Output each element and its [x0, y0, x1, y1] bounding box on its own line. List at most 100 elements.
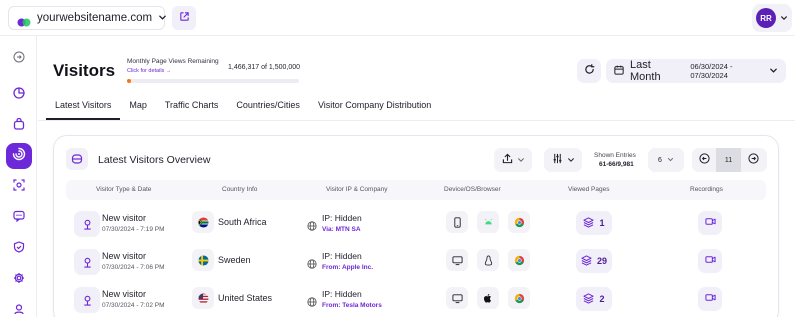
overview-icon: [66, 148, 88, 170]
chevron-down-icon: [567, 151, 575, 169]
site-logo-icon: [17, 14, 31, 26]
sidebar-item-chat[interactable]: [6, 205, 32, 231]
sliders-icon: [552, 151, 563, 169]
country-name: United States: [218, 293, 273, 303]
globe-icon: [307, 256, 317, 274]
pageviews-progress-fill: [127, 79, 131, 83]
visitor-company: Via: MTN SA: [322, 226, 361, 233]
chevron-down-icon: [517, 151, 525, 169]
chevron-down-icon: [667, 156, 674, 165]
chevron-down-icon: [780, 9, 788, 27]
pageviews-label: Monthly Page Views Remaining: [127, 58, 219, 65]
entries-per-page-select[interactable]: 6: [648, 148, 684, 172]
sidebar-collapse-button[interactable]: [6, 46, 32, 72]
bag-icon: [13, 117, 25, 135]
viewed-pages-count: 29: [596, 256, 607, 266]
visitor-type: New visitor: [102, 251, 147, 261]
visitor-ip: IP: Hidden: [322, 251, 362, 261]
page-title: Visitors: [53, 61, 116, 80]
south-africa-flag-icon: [192, 211, 214, 233]
sidebar-item-account[interactable]: [6, 298, 32, 317]
date-range-label: Last Month: [630, 59, 661, 83]
globe-icon: [307, 218, 317, 236]
main-content: Visitors Monthly Page Views Remaining Cl…: [38, 37, 795, 317]
united-states-flag-icon: [192, 287, 214, 309]
desktop-icon: [446, 287, 468, 309]
viewed-pages-button[interactable]: 2: [576, 287, 612, 311]
sidebar-item-security[interactable]: [6, 236, 32, 262]
previous-page-button[interactable]: [692, 148, 716, 172]
user-menu-button[interactable]: RR: [752, 4, 792, 32]
visitor-ip: IP: Hidden: [322, 213, 362, 223]
apple-icon: [477, 287, 499, 309]
user-pin-icon: [13, 302, 25, 317]
pageviews-count: 1,466,317 of 1,500,000: [228, 64, 301, 71]
visitor-type: New visitor: [102, 289, 147, 299]
visit-date: 07/30/2024 - 7:19 PM: [102, 226, 165, 233]
tab-visitor-company-distribution[interactable]: Visitor Company Distribution: [309, 94, 440, 120]
website-name: yourwebsitename.com: [37, 12, 153, 24]
sidebar: [0, 36, 37, 317]
visitors-icon: [12, 147, 26, 166]
recording-button[interactable]: [698, 249, 722, 273]
visitor-icon: [74, 287, 100, 313]
tab-countries-cities[interactable]: Countries/Cities: [227, 94, 309, 120]
refresh-button[interactable]: [577, 59, 601, 83]
open-website-button[interactable]: [172, 6, 196, 30]
date-range-selector[interactable]: Last Month 06/30/2024 - 07/30/2024: [606, 59, 786, 83]
export-button[interactable]: [494, 148, 532, 172]
pageviews-details-link[interactable]: Click for details →: [127, 68, 171, 74]
dashboard-icon: [13, 86, 25, 104]
table-header: Visitor Type & Date Country Info Visitor…: [66, 180, 766, 200]
video-icon: [704, 214, 716, 232]
recording-button[interactable]: [698, 287, 722, 311]
tab-bar: Latest Visitors Map Traffic Charts Count…: [46, 94, 440, 120]
tab-map[interactable]: Map: [120, 94, 156, 120]
date-range-dates: 06/30/2024 - 07/30/2024: [690, 62, 733, 80]
next-page-button[interactable]: [741, 148, 765, 172]
table-row[interactable]: New visitor 07/30/2024 - 7:19 PM South A…: [66, 205, 766, 243]
website-selector[interactable]: yourwebsitename.com: [8, 6, 167, 30]
pagination: 11: [692, 148, 767, 172]
tab-traffic-charts[interactable]: Traffic Charts: [156, 94, 228, 120]
layers-icon: [583, 292, 595, 306]
chrome-icon: [508, 211, 530, 233]
chrome-icon: [508, 287, 530, 309]
android-icon: [477, 211, 499, 233]
table-row[interactable]: New visitor 07/30/2024 - 7:06 PM Sweden …: [66, 243, 766, 281]
column-settings-button[interactable]: [544, 148, 582, 172]
visitor-type: New visitor: [102, 213, 147, 223]
desktop-icon: [446, 249, 468, 271]
visit-date: 07/30/2024 - 7:06 PM: [102, 264, 165, 271]
sidebar-item-targeting[interactable]: [6, 174, 32, 200]
sidebar-item-visitors[interactable]: [6, 143, 32, 169]
arrow-right-icon: [747, 151, 759, 169]
tabs-divider: [38, 120, 795, 121]
shield-icon: [13, 240, 25, 258]
viewed-pages-button[interactable]: 1: [576, 211, 612, 235]
pageviews-progress-bar: [127, 79, 299, 83]
tab-latest-visitors[interactable]: Latest Visitors: [46, 94, 121, 120]
arrow-left-icon: [698, 151, 710, 169]
gear-icon: [13, 271, 25, 289]
video-icon: [704, 290, 716, 308]
top-bar: yourwebsitename.com RR: [0, 0, 795, 36]
current-page: 11: [716, 148, 741, 172]
recording-button[interactable]: [698, 211, 722, 235]
chevron-down-icon: [769, 62, 778, 80]
collapse-icon: [13, 50, 25, 68]
linux-icon: [477, 249, 499, 271]
column-header: Viewed Pages: [568, 186, 610, 193]
sidebar-item-settings[interactable]: [6, 267, 32, 293]
chevron-down-icon: [158, 9, 167, 27]
column-header: Device/OS/Browser: [444, 186, 501, 193]
visitor-icon: [74, 249, 100, 275]
table-row[interactable]: New visitor 07/30/2024 - 7:02 PM United …: [66, 281, 766, 317]
shown-entries-label: Shown Entries: [594, 152, 636, 159]
viewed-pages-count: 2: [599, 294, 605, 304]
shown-entries-count: 61-66/9,981: [599, 161, 634, 168]
sidebar-item-dashboard[interactable]: [6, 82, 32, 108]
phone-icon: [446, 211, 468, 233]
sidebar-item-ecommerce[interactable]: [6, 113, 32, 139]
viewed-pages-button[interactable]: 29: [576, 249, 612, 273]
